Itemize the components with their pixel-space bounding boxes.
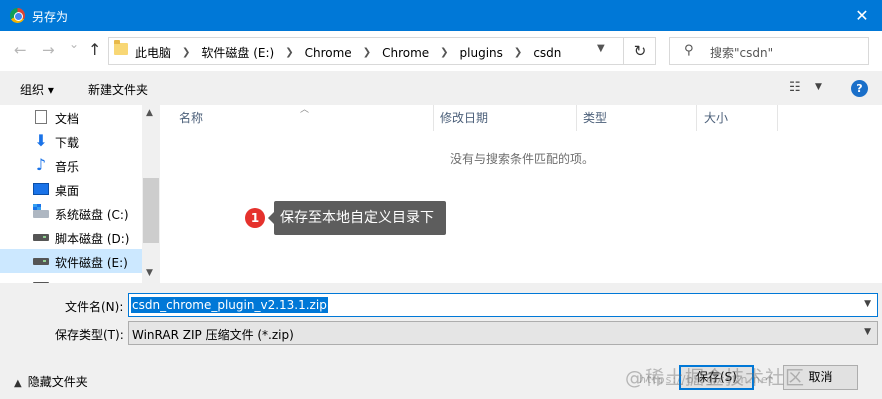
- column-header-size[interactable]: 大小: [704, 105, 728, 131]
- sidebar-scrollbar[interactable]: ▲ ▼: [142, 105, 160, 283]
- chevron-down-icon[interactable]: ▼: [864, 299, 871, 309]
- music-icon: ♪: [35, 155, 47, 174]
- filename-field[interactable]: csdn_chrome_plugin_v2.13.1.zip ▼: [128, 293, 878, 317]
- forward-button[interactable]: →: [42, 41, 55, 59]
- sidebar-item-music[interactable]: ♪ 音乐: [0, 153, 142, 177]
- sidebar-item-downloads[interactable]: ⬇ 下载: [0, 129, 142, 153]
- address-bar[interactable]: 此电脑 ❯ 软件磁盘 (E:) ❯ Chrome ❯ Chrome ❯ plug…: [108, 37, 656, 65]
- sidebar-item-label: 桌面: [55, 184, 80, 198]
- filename-value[interactable]: csdn_chrome_plugin_v2.13.1.zip: [131, 297, 328, 313]
- watermark-url: https://blog.csdn.net: [639, 373, 774, 386]
- hide-folders-toggle[interactable]: ▲ 隐藏文件夹: [14, 373, 88, 390]
- column-divider[interactable]: [576, 105, 577, 131]
- view-options-icon[interactable]: ☷: [789, 80, 801, 95]
- sidebar-item-label: 系统磁盘 (C:): [55, 208, 129, 222]
- breadcrumb-item[interactable]: 软件磁盘 (E:): [201, 44, 274, 61]
- chevron-right-icon[interactable]: ❯: [285, 47, 293, 58]
- command-toolbar: 组织 ▾ 新建文件夹 ☷ ▼ ?: [0, 71, 882, 105]
- breadcrumb-item[interactable]: Chrome: [382, 46, 429, 60]
- navigation-bar: ← → ⌄ ↑ 此电脑 ❯ 软件磁盘 (E:) ❯ Chrome ❯ Chrom…: [0, 31, 882, 71]
- chevron-down-icon[interactable]: ▼: [597, 43, 605, 54]
- sidebar-item-desktop[interactable]: 桌面: [0, 177, 142, 201]
- filetype-value: WinRAR ZIP 压缩文件 (*.zip): [132, 328, 294, 342]
- sort-ascending-icon: ︿: [300, 105, 310, 115]
- up-button[interactable]: ↑: [88, 40, 101, 59]
- organize-menu[interactable]: 组织 ▾: [20, 81, 54, 98]
- empty-message: 没有与搜索条件匹配的项。: [450, 152, 595, 166]
- chevron-down-icon[interactable]: ▼: [815, 82, 822, 92]
- filetype-label: 保存类型(T):: [55, 328, 124, 342]
- refresh-button[interactable]: ↻: [623, 38, 656, 64]
- back-button[interactable]: ←: [14, 41, 27, 59]
- title-bar: 另存为 ✕: [0, 0, 882, 31]
- system-drive-icon: [33, 204, 49, 218]
- breadcrumb-item[interactable]: Chrome: [305, 46, 352, 60]
- hide-folders-label: 隐藏文件夹: [27, 375, 88, 389]
- help-icon[interactable]: ?: [851, 80, 868, 97]
- column-divider[interactable]: [696, 105, 697, 131]
- download-icon: ⬇: [34, 131, 48, 150]
- sidebar-item-drive-d[interactable]: 脚本磁盘 (D:): [0, 225, 142, 249]
- scroll-down-icon[interactable]: ▼: [146, 268, 153, 278]
- callout-text: 保存至本地自定义目录下: [268, 201, 446, 235]
- document-icon: [35, 110, 47, 124]
- desktop-icon: [33, 183, 49, 195]
- scrollbar-thumb[interactable]: [143, 178, 159, 243]
- folder-icon: [114, 40, 128, 55]
- scroll-up-icon[interactable]: ▲: [146, 108, 153, 118]
- search-icon: ⚲: [684, 43, 694, 58]
- column-divider[interactable]: [777, 105, 778, 131]
- sidebar-item-label: 软件磁盘 (E:): [55, 256, 128, 270]
- close-button[interactable]: ✕: [842, 0, 882, 31]
- sidebar-item-label: 下载: [55, 136, 80, 150]
- breadcrumb-item[interactable]: csdn: [533, 46, 561, 60]
- sidebar-item-documents[interactable]: 文档: [0, 105, 142, 129]
- column-header-name[interactable]: 名称: [179, 105, 203, 131]
- sidebar-item-label: 文档: [55, 112, 80, 126]
- chevron-right-icon[interactable]: ❯: [182, 47, 190, 58]
- search-input[interactable]: ⚲ 搜索"csdn": [669, 37, 869, 65]
- chevron-right-icon[interactable]: ❯: [363, 47, 371, 58]
- breadcrumb-item[interactable]: 此电脑: [135, 44, 171, 61]
- breadcrumb: 此电脑 ❯ 软件磁盘 (E:) ❯ Chrome ❯ Chrome ❯ plug…: [135, 44, 561, 61]
- navigation-pane: 文档 ⬇ 下载 ♪ 音乐 桌面 系统磁盘 (C:) 脚本磁盘 (D:) 软件磁盘…: [0, 105, 160, 283]
- search-placeholder: 搜索"csdn": [710, 46, 774, 60]
- column-divider[interactable]: [433, 105, 434, 131]
- new-folder-button[interactable]: 新建文件夹: [88, 81, 148, 98]
- watermark: @稀土掘金技术社区 https://blog.csdn.net: [625, 363, 805, 390]
- chevron-right-icon[interactable]: ❯: [440, 47, 448, 58]
- drive-icon: [33, 258, 49, 265]
- sidebar-item-label: 脚本磁盘 (D:): [55, 232, 130, 246]
- chrome-icon: [10, 8, 25, 23]
- drive-icon: [33, 234, 49, 241]
- window-title: 另存为: [32, 10, 69, 24]
- chevron-up-icon: ▲: [14, 378, 22, 389]
- sidebar-item-label: 音乐: [55, 160, 80, 174]
- sidebar-item-drive-e[interactable]: 软件磁盘 (E:): [0, 249, 142, 273]
- recent-locations-button[interactable]: ⌄: [69, 37, 79, 51]
- chevron-down-icon[interactable]: ▼: [864, 327, 871, 337]
- chevron-right-icon[interactable]: ❯: [514, 47, 522, 58]
- column-header-type[interactable]: 类型: [583, 105, 607, 131]
- breadcrumb-item[interactable]: plugins: [460, 46, 503, 60]
- step-badge: 1: [245, 208, 265, 228]
- sidebar-item-drive-c[interactable]: 系统磁盘 (C:): [0, 201, 142, 225]
- filename-label: 文件名(N):: [65, 300, 124, 314]
- filetype-select[interactable]: WinRAR ZIP 压缩文件 (*.zip) ▼: [128, 321, 878, 345]
- sidebar-item-partial[interactable]: [0, 273, 142, 283]
- file-list[interactable]: ︿ 名称 修改日期 类型 大小 没有与搜索条件匹配的项。: [160, 105, 882, 283]
- column-header-modified[interactable]: 修改日期: [440, 105, 488, 131]
